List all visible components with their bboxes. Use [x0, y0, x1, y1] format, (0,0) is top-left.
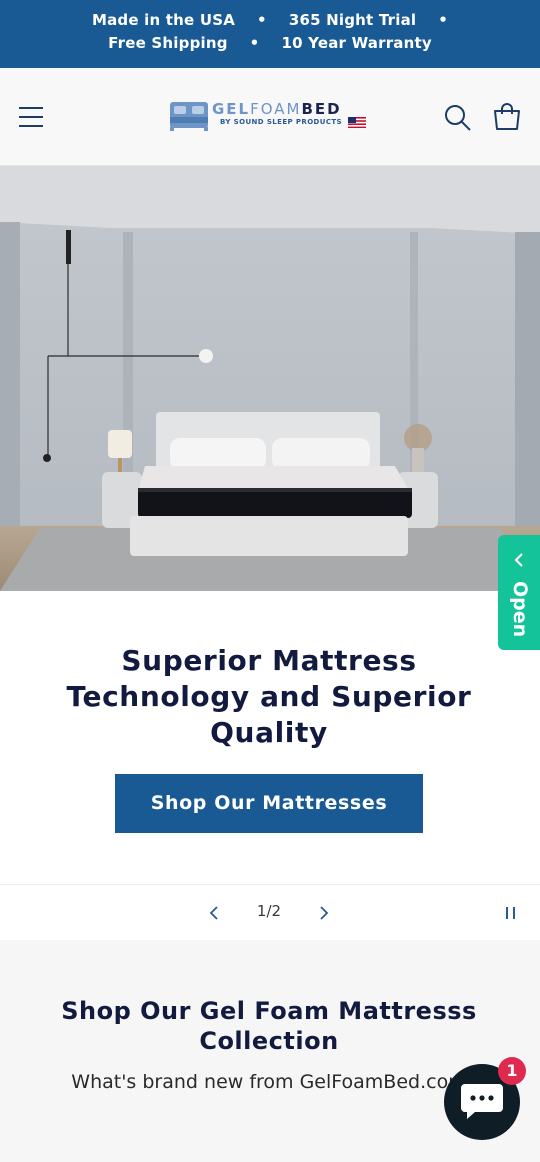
- chevron-left-icon: [514, 553, 523, 567]
- announcement-night-trial: 365 Night Trial: [288, 11, 417, 29]
- announcement-separator: •: [438, 11, 449, 29]
- logo-word-bed: BED: [301, 100, 342, 118]
- slider-controls: 1/2: [0, 884, 540, 940]
- slide-counter: 1/2: [256, 902, 282, 920]
- hero-content: Superior Mattress Technology and Superio…: [0, 591, 540, 884]
- bed-logo-icon: [170, 102, 208, 131]
- announcement-line-2: Free Shipping • 10 Year Warranty: [0, 34, 540, 52]
- bedroom-photo: [0, 166, 540, 591]
- announcement-separator: •: [249, 34, 260, 52]
- announcement-warranty: 10 Year Warranty: [281, 34, 432, 52]
- announcement-free-shipping: Free Shipping: [108, 34, 228, 52]
- side-open-tab[interactable]: Open: [498, 535, 540, 650]
- us-flag-icon: [348, 117, 366, 128]
- site-header: GELFOAMBED BY SOUND SLEEP PRODUCTS: [0, 68, 540, 166]
- slide-next-button[interactable]: [314, 903, 334, 923]
- slide-pause-button[interactable]: [502, 903, 520, 923]
- site-logo[interactable]: GELFOAMBED BY SOUND SLEEP PRODUCTS: [168, 98, 368, 134]
- collection-title: Shop Our Gel Foam Mattresss Collection: [61, 997, 477, 1055]
- collection-subtitle: What's brand new from GelFoamBed.com: [71, 1071, 467, 1093]
- logo-tagline: BY SOUND SLEEP PRODUCTS: [220, 118, 342, 126]
- side-open-label: Open: [509, 581, 531, 638]
- chat-bubble-icon: [461, 1084, 503, 1119]
- chevron-left-icon: [209, 906, 218, 920]
- cart-icon: [494, 103, 520, 130]
- cart-button[interactable]: [492, 102, 522, 132]
- chat-unread-badge: 1: [498, 1057, 526, 1085]
- search-button[interactable]: [444, 104, 472, 132]
- announcement-made-in-usa: Made in the USA: [91, 11, 236, 29]
- logo-word-gel: GEL: [212, 100, 251, 118]
- search-icon: [445, 105, 471, 131]
- announcement-bar: Made in the USA • 365 Night Trial • Free Sh…: [0, 0, 540, 68]
- announcement-separator: •: [257, 11, 267, 29]
- shop-mattresses-button[interactable]: Shop Our Mattresses: [115, 774, 423, 833]
- logo-word-foam: FOAM: [250, 100, 302, 118]
- hamburger-menu-icon: [19, 107, 43, 127]
- hero-image: [0, 166, 540, 591]
- logo-wordmark: GELFOAMBED: [212, 100, 342, 118]
- slide-prev-button[interactable]: [204, 903, 224, 923]
- hero-title: Superior Mattress Technology and Superio…: [66, 644, 472, 749]
- announcement-line-1: Made in the USA • 365 Night Trial •: [0, 11, 540, 29]
- menu-button[interactable]: [18, 104, 44, 130]
- chevron-right-icon: [320, 906, 329, 920]
- pause-icon: [506, 907, 515, 919]
